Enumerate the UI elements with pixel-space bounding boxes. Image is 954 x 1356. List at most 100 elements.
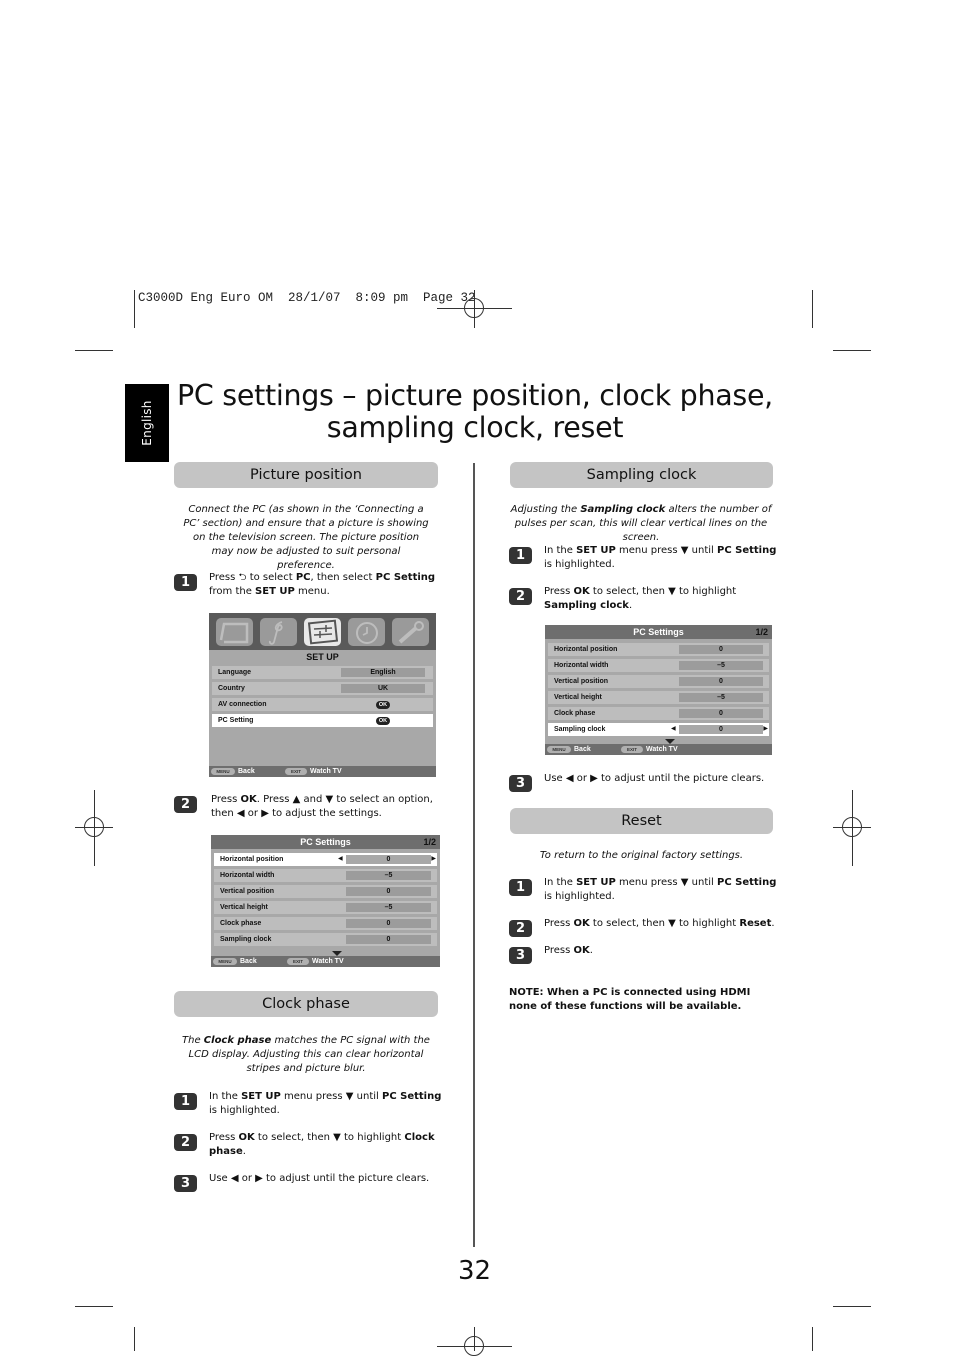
text-segment: menu press ▼ until [280, 1091, 382, 1102]
timer-icon [347, 617, 385, 646]
bold-text: SET UP [255, 586, 295, 597]
row-value: 0 [346, 887, 431, 896]
text-segment: In the [544, 545, 577, 556]
text-segment: In the [209, 1091, 242, 1102]
text-segment: to select, then ▼ to highlight [589, 586, 737, 597]
row-value: 0 [346, 935, 431, 944]
bold-text: Sampling clock [544, 600, 629, 611]
language-tab: English [125, 384, 169, 462]
pc-settings-body: Horizontal position 0 ◀ ▶ Horizontal width –5… [211, 849, 440, 956]
page-title-line-1: PC settings – picture position, clock ph… [177, 379, 773, 412]
bold-text: Reset [739, 918, 772, 929]
pc-settings-row[interactable]: Horizontal position 0 [548, 643, 769, 656]
text-segment: Press [544, 945, 574, 956]
setup-row-pc-setting[interactable]: PC Setting OK [212, 714, 433, 727]
picture-position-intro: Connect the PC (as shown in the ‘Connect… [183, 504, 429, 571]
step-number: 1 [509, 547, 532, 564]
bold-text: OK [573, 918, 590, 929]
pc-settings-row[interactable]: Sampling clock 0 [214, 933, 437, 946]
pc-settings-title-text: PC Settings [633, 627, 684, 637]
sampling-clock-step-2: 2 Press OK to select, then ▼ to highligh… [509, 586, 779, 613]
ok-button-icon: OK [376, 716, 390, 725]
pc-settings-row[interactable]: Sampling clock 0 ◀ ▶ [548, 723, 769, 736]
row-label: Vertical position [220, 888, 275, 895]
crop-mark [134, 1327, 135, 1351]
step-text: In the SET UP menu press ▼ until PC Sett… [544, 876, 779, 904]
text-segment: ⮌ [238, 572, 247, 583]
crop-mark [812, 1327, 813, 1351]
pc-settings-title: PC Settings 1/2 [211, 835, 440, 849]
back-label: Back [574, 746, 591, 753]
bold-text: OK [240, 794, 257, 805]
text-segment: Press [209, 1132, 239, 1143]
menu-key-icon: MENU [213, 958, 237, 965]
menu-key-icon: MENU [211, 768, 235, 775]
text-segment: is highlighted. [544, 559, 615, 570]
row-value: 0 [679, 725, 763, 734]
setup-row-language[interactable]: Language English [212, 666, 433, 679]
step-text: Press OK. Press ▲ and ▼ to select an opt… [211, 793, 444, 821]
text-segment: Adjusting the [510, 504, 581, 515]
text-segment: from the [209, 586, 256, 597]
step-text: Press OK to select, then ▼ to highlight … [209, 1131, 444, 1159]
pc-settings-row[interactable]: Horizontal width –5 [214, 869, 437, 882]
step-text: In the SET UP menu press ▼ until PC Sett… [544, 544, 779, 572]
watch-tv-label: Watch TV [312, 958, 344, 965]
row-value: 0 [679, 645, 763, 654]
row-label: Language [218, 669, 252, 676]
bold-text: SET UP [241, 1091, 281, 1102]
left-arrow-icon[interactable]: ◀ [671, 726, 676, 733]
pc-settings-row[interactable]: Clock phase 0 [214, 917, 437, 930]
text-segment: . [771, 918, 775, 929]
text-segment: . [242, 1146, 246, 1157]
bold-text: PC Setting [716, 877, 777, 888]
pc-settings-row[interactable]: Vertical height –5 [214, 901, 437, 914]
bold-text: Clock phase [203, 1035, 272, 1046]
pc-settings-row[interactable]: Horizontal width –5 [548, 659, 769, 672]
text-segment: is highlighted. [209, 1105, 280, 1116]
text-segment: In the [544, 877, 577, 888]
reset-step-3: 3 Press OK. [509, 945, 779, 964]
reset-intro: To return to the original factory settin… [539, 850, 744, 861]
row-label: AV connection [218, 701, 267, 708]
left-arrow-icon[interactable]: ◀ [338, 856, 343, 863]
step-number: 1 [174, 574, 197, 591]
pc-settings-row[interactable]: Vertical position 0 [548, 675, 769, 688]
menu-icon-bar [209, 613, 436, 650]
feature-icon [391, 617, 429, 646]
setup-row-country[interactable]: Country UK [212, 682, 433, 695]
pc-settings-footer: MENU Back EXIT Watch TV [211, 956, 440, 967]
column-divider [473, 463, 475, 1247]
bold-text: PC [295, 572, 311, 583]
registration-mark [464, 1336, 484, 1356]
row-label: Sampling clock [220, 936, 272, 943]
pc-settings-row[interactable]: Vertical height –5 [548, 691, 769, 704]
step-text: Use ◀ or ▶ to adjust until the picture c… [209, 1172, 429, 1186]
text-segment: to select [246, 572, 296, 583]
step-text: Press ⮌ to select PC, then select PC Set… [209, 571, 444, 599]
crop-mark [134, 290, 135, 328]
ok-button-icon: OK [376, 700, 390, 709]
pc-settings-row[interactable]: Vertical position 0 [214, 885, 437, 898]
crop-mark [812, 290, 813, 328]
clock-phase-step-2: 2 Press OK to select, then ▼ to highligh… [174, 1131, 444, 1159]
setup-menu-body: Language English Country UK AV connectio… [209, 664, 436, 766]
row-label: Country [218, 685, 245, 692]
pc-settings-footer: MENU Back EXIT Watch TV [545, 744, 772, 755]
reset-heading: Reset [510, 808, 773, 834]
right-arrow-icon[interactable]: ▶ [763, 726, 768, 733]
text-segment: Press [544, 918, 574, 929]
clock-phase-step-3: 3 Use ◀ or ▶ to adjust until the picture… [174, 1172, 444, 1192]
row-label: Horizontal width [220, 872, 275, 879]
right-arrow-icon[interactable]: ▶ [431, 856, 436, 863]
clock-phase-intro: The Clock phase matches the PC signal wi… [180, 1034, 432, 1076]
pc-settings-row[interactable]: Clock phase 0 [548, 707, 769, 720]
text-segment: Press [209, 572, 239, 583]
print-slug: C3000D Eng Euro OM 28/1/07 8:09 pm Page … [138, 291, 476, 305]
step-number: 2 [174, 1134, 197, 1151]
setup-row-av-connection[interactable]: AV connection OK [212, 698, 433, 711]
row-value: –5 [346, 871, 431, 880]
step-number: 1 [509, 879, 532, 896]
pc-settings-row[interactable]: Horizontal position 0 ◀ ▶ [214, 853, 437, 866]
picture-position-step-1: 1 Press ⮌ to select PC, then select PC S… [174, 571, 444, 599]
